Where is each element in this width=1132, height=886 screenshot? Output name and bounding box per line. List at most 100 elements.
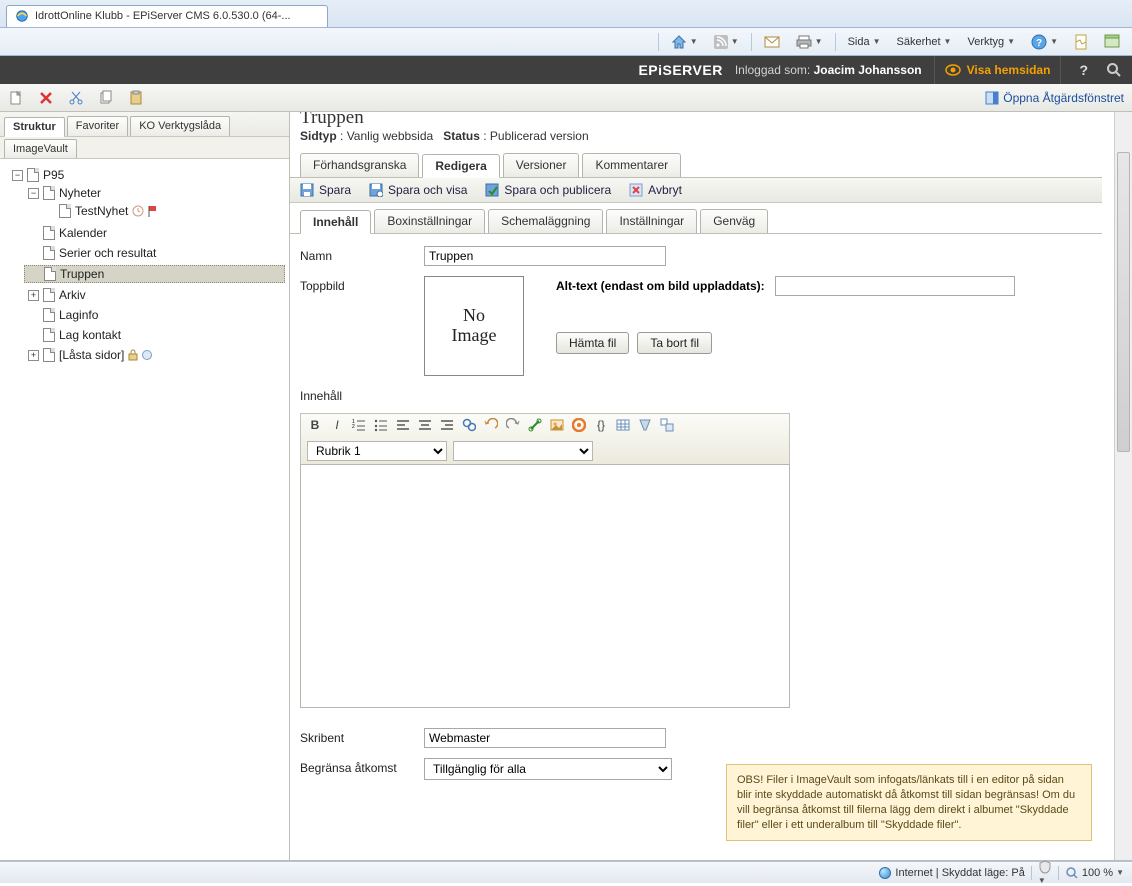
sidebar-tab-ko[interactable]: KO Verktygslåda [130, 116, 230, 136]
tree-node-arkiv[interactable]: +Arkiv [24, 287, 285, 303]
format-select[interactable] [453, 441, 593, 461]
italic-icon[interactable]: I [329, 417, 345, 433]
page-icon [27, 168, 39, 182]
page-tree: −P95 −Nyheter TestNyhet Kalender [0, 159, 289, 860]
search-icon[interactable] [1106, 62, 1122, 78]
image-placeholder: NoImage [424, 276, 524, 376]
image-icon[interactable] [549, 417, 565, 433]
save-button[interactable]: Spara [300, 183, 351, 197]
align-center-icon[interactable] [417, 417, 433, 433]
subtab-box[interactable]: Boxinställningar [374, 209, 485, 233]
table-icon[interactable] [615, 417, 631, 433]
tree-node-nyheter[interactable]: −Nyheter [24, 185, 285, 201]
menu-sakerhet[interactable]: Säkerhet▼ [893, 34, 956, 50]
tree-node-serier[interactable]: Serier och resultat [24, 245, 285, 261]
open-action-panel[interactable]: Öppna Åtgärdsfönstret [985, 91, 1124, 105]
cancel-button[interactable]: Avbryt [629, 183, 682, 197]
ol-icon[interactable]: 12 [351, 417, 367, 433]
clock-icon [132, 205, 144, 217]
style-select[interactable]: Rubrik 1 [307, 441, 447, 461]
clean-icon[interactable] [637, 417, 653, 433]
zoom-control[interactable]: 100 %▼ [1065, 866, 1124, 880]
content-label: Innehåll [300, 386, 424, 403]
save-publish-button[interactable]: Spara och publicera [485, 183, 611, 197]
zoom-icon [1065, 866, 1079, 880]
alt-text-input[interactable] [775, 276, 1015, 296]
writer-input[interactable] [424, 728, 666, 748]
find-icon[interactable] [461, 417, 477, 433]
subtab-settings[interactable]: Inställningar [606, 209, 697, 233]
page-meta: Sidtyp : Vanlig webbsida Status : Public… [300, 129, 1102, 143]
tab-preview[interactable]: Förhandsgranska [300, 153, 419, 177]
page-icon [43, 246, 55, 260]
save-view-button[interactable]: Spara och visa [369, 183, 467, 197]
page-icon [43, 226, 55, 240]
paste-icon[interactable] [128, 90, 144, 106]
subtab-shortcut[interactable]: Genväg [700, 209, 768, 233]
delete-icon[interactable] [38, 90, 54, 106]
cancel-icon [629, 183, 643, 197]
content-v-scrollbar[interactable] [1114, 112, 1132, 860]
ie-favicon-icon [15, 9, 29, 23]
save-icon [300, 183, 314, 197]
access-select[interactable]: Tillgänglig för alla [424, 758, 672, 780]
page-icon [43, 288, 55, 302]
lock-icon [128, 349, 138, 361]
sidebar-tab-struktur[interactable]: Struktur [4, 117, 65, 137]
tree-node-lagkontakt[interactable]: Lag kontakt [24, 327, 285, 343]
expand-icon[interactable]: + [28, 350, 39, 361]
collapse-icon[interactable]: − [28, 188, 39, 199]
protected-mode-icon[interactable]: ▼ [1038, 860, 1052, 886]
undo-icon[interactable] [483, 417, 499, 433]
logged-in-user: Inloggad som: Joacim Johansson [735, 63, 922, 77]
help-icon[interactable]: ?▼ [1027, 32, 1062, 52]
new-page-icon[interactable] [8, 90, 24, 106]
align-left-icon[interactable] [395, 417, 411, 433]
ul-icon[interactable] [373, 417, 389, 433]
tree-node-root[interactable]: −P95 [8, 167, 285, 183]
globe-icon [879, 867, 891, 879]
tab-comments[interactable]: Kommentarer [582, 153, 681, 177]
feeds-icon[interactable]: ▼ [710, 33, 743, 51]
content-editor[interactable] [300, 464, 790, 708]
align-right-icon[interactable] [439, 417, 455, 433]
page-icon [59, 204, 71, 218]
tree-node-kalender[interactable]: Kalender [24, 225, 285, 241]
fetch-file-button[interactable]: Hämta fil [556, 332, 629, 354]
remove-file-button[interactable]: Ta bort fil [637, 332, 712, 354]
broken-page-icon[interactable] [1070, 32, 1092, 52]
browser-tab[interactable]: IdrottOnline Klubb - EPiServer CMS 6.0.5… [6, 5, 328, 27]
page-icon [43, 348, 55, 362]
devtools-icon[interactable] [1100, 32, 1124, 52]
name-input[interactable] [424, 246, 666, 266]
subtab-schedule[interactable]: Schemaläggning [488, 209, 603, 233]
tab-versions[interactable]: Versioner [503, 153, 580, 177]
fullscreen-icon[interactable] [659, 417, 675, 433]
link-icon[interactable] [527, 417, 543, 433]
access-label: Begränsa åtkomst [300, 758, 424, 775]
sidebar-tab-favoriter[interactable]: Favoriter [67, 116, 128, 136]
tree-node-truppen[interactable]: Truppen [24, 265, 285, 283]
source-icon[interactable]: {} [593, 417, 609, 433]
sidebar-tab-imagevault[interactable]: ImageVault [4, 139, 77, 158]
expand-icon[interactable]: + [28, 290, 39, 301]
collapse-icon[interactable]: − [12, 170, 23, 181]
tab-edit[interactable]: Redigera [422, 154, 499, 178]
tree-node-testnyhet[interactable]: TestNyhet [40, 203, 285, 219]
bold-icon[interactable]: B [307, 417, 323, 433]
svg-text:2: 2 [352, 424, 355, 430]
cut-icon[interactable] [68, 90, 84, 106]
subtab-content[interactable]: Innehåll [300, 210, 371, 234]
home-icon[interactable]: ▼ [667, 32, 702, 52]
view-site-link[interactable]: Visa hemsidan [934, 56, 1062, 84]
menu-verktyg[interactable]: Verktyg▼ [963, 34, 1019, 50]
help-button[interactable]: ? [1073, 62, 1094, 78]
print-icon[interactable]: ▼ [792, 33, 827, 51]
mail-icon[interactable] [760, 34, 784, 50]
copy-icon[interactable] [98, 90, 114, 106]
tree-node-lasta[interactable]: +[Låsta sidor] [24, 347, 285, 363]
tree-node-laginfo[interactable]: Laginfo [24, 307, 285, 323]
imagevault-icon[interactable] [571, 417, 587, 433]
menu-sida[interactable]: Sida▼ [844, 34, 885, 50]
redo-icon[interactable] [505, 417, 521, 433]
